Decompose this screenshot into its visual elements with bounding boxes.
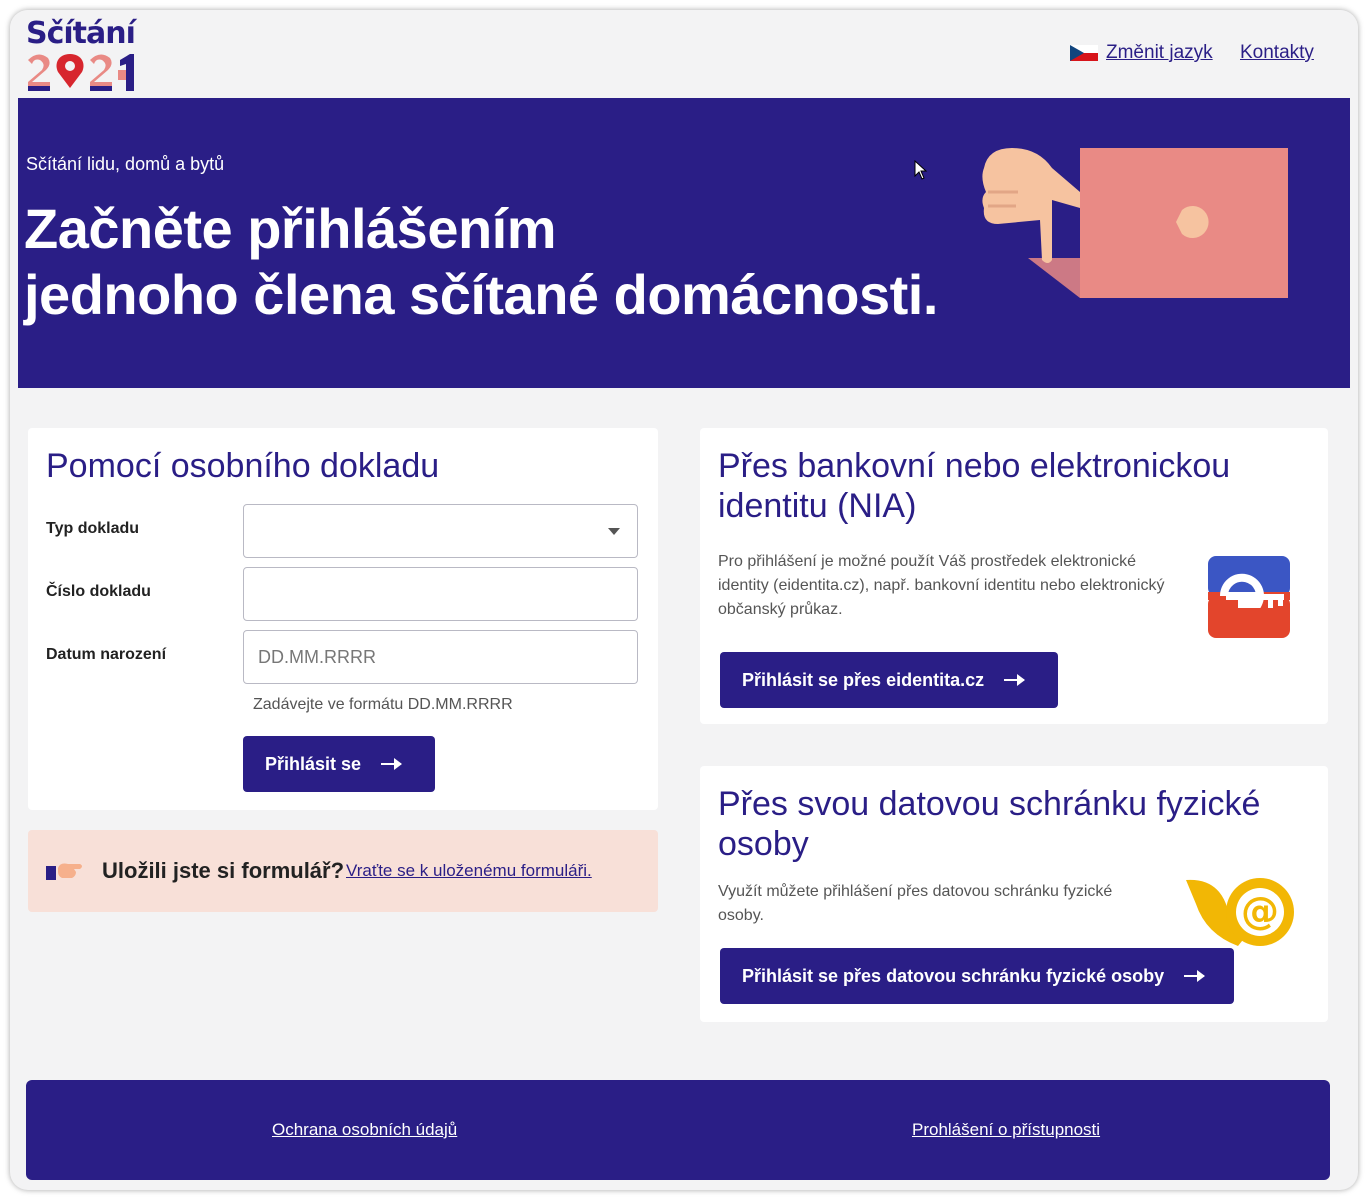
- birth-date-hint: Zadávejte ve formátu DD.MM.RRRR: [253, 696, 513, 713]
- hand-pointing-laptop-illustration: [982, 148, 1288, 298]
- contacts-link[interactable]: Kontakty: [1240, 42, 1314, 64]
- hero-title-line1: Začněte přihlášením: [24, 197, 557, 260]
- birth-date-label: Datum narození: [46, 646, 167, 663]
- top-bar: Sčítání Změnit jazyk Kontakty: [10, 10, 1358, 98]
- databox-login-title: Přes svou datovou schránku fyzické osoby: [718, 785, 1261, 863]
- datova-schranka-icon: @: [1186, 878, 1294, 946]
- hand-pointing-icon: [46, 863, 82, 880]
- document-type-label: Typ dokladu: [46, 520, 140, 537]
- nia-login-card: Přes bankovní nebo elektronickou identit…: [700, 428, 1328, 724]
- document-type-select[interactable]: [243, 504, 638, 558]
- databox-login-text: Využít můžete přihlášení přes datovou sc…: [718, 883, 1113, 924]
- browser-frame: Sčítání Změnit jazyk Kontakty Sčítání li…: [10, 10, 1358, 1190]
- login-button-label: Přihlásit se: [265, 753, 362, 774]
- login-button[interactable]: Přihlásit se: [243, 736, 435, 792]
- document-number-label: Číslo dokladu: [46, 583, 151, 600]
- document-number-input[interactable]: [243, 567, 638, 621]
- return-to-saved-form-link[interactable]: Vraťte se k uloženému formuláři.: [346, 861, 592, 881]
- hero-title-line2: jednoho člena sčítané domácnosti.: [24, 263, 938, 326]
- footer: Ochrana osobních údajů Prohlášení o přís…: [26, 1080, 1330, 1180]
- birth-date-row: Datum narození: [46, 630, 646, 684]
- accessibility-statement-link[interactable]: Prohlášení o přístupnosti: [912, 1120, 1100, 1140]
- eidentita-icon: [1208, 556, 1290, 638]
- logo-year-graphic: [28, 54, 134, 91]
- mouse-cursor-icon: [914, 160, 928, 180]
- arrow-right-icon: [381, 758, 403, 770]
- document-login-card: Pomocí osobního dokladu Typ dokladu Čísl…: [28, 428, 658, 810]
- hero-kicker: Sčítání lidu, domů a bytů: [26, 154, 225, 174]
- saved-form-banner: Uložili jste si formulář? Vraťte se k ul…: [28, 830, 658, 912]
- eidentita-login-button-label: Přihlásit se přes eidentita.cz: [742, 669, 985, 690]
- nia-login-title: Přes bankovní nebo elektronickou identit…: [718, 447, 1231, 525]
- change-language[interactable]: Změnit jazyk: [1070, 42, 1213, 64]
- arrow-right-icon: [1004, 674, 1026, 686]
- logo-text: Sčítání: [26, 16, 136, 51]
- eidentita-login-button[interactable]: Přihlásit se přes eidentita.cz: [720, 652, 1058, 708]
- hero-title: Začněte přihlášením jednoho člena sčítan…: [24, 196, 964, 328]
- scitani-logo[interactable]: Sčítání: [26, 16, 138, 92]
- birth-date-input[interactable]: [243, 630, 638, 684]
- document-type-row: Typ dokladu: [46, 504, 646, 558]
- nia-login-text: Pro přihlášení je možné použít Váš prost…: [718, 553, 1165, 618]
- svg-text:@: @: [1241, 889, 1279, 933]
- saved-form-question: Uložili jste si formulář?: [102, 858, 345, 883]
- document-login-title: Pomocí osobního dokladu: [46, 447, 440, 485]
- document-number-row: Číslo dokladu: [46, 567, 646, 621]
- chevron-down-icon[interactable]: [608, 528, 620, 535]
- change-language-link[interactable]: Změnit jazyk: [1106, 42, 1213, 64]
- databox-login-button[interactable]: Přihlásit se přes datovou schránku fyzic…: [720, 948, 1234, 1004]
- privacy-link[interactable]: Ochrana osobních údajů: [272, 1120, 457, 1140]
- databox-login-button-label: Přihlásit se přes datovou schránku fyzic…: [742, 965, 1165, 986]
- czech-flag-icon: [1070, 45, 1098, 61]
- arrow-right-icon: [1184, 970, 1206, 982]
- databox-login-card: Přes svou datovou schránku fyzické osoby…: [700, 766, 1328, 1022]
- hero-banner: Sčítání lidu, domů a bytů Začněte přihlá…: [18, 98, 1350, 388]
